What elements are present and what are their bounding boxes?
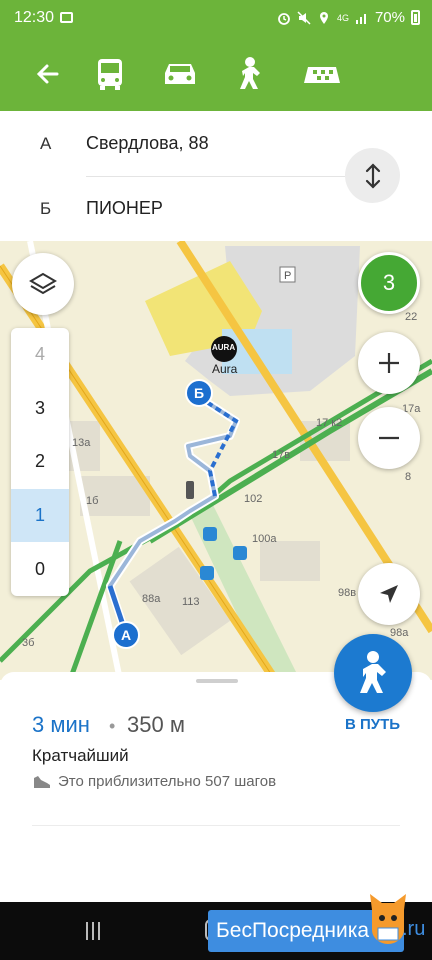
- floor-selector: 4 3 2 1 0: [11, 328, 69, 596]
- transit-stop-2: [233, 546, 247, 560]
- destination-marker-b[interactable]: Б: [185, 379, 213, 407]
- car-mode-button[interactable]: [160, 54, 200, 94]
- floor-item-3[interactable]: 3: [11, 382, 69, 436]
- mall-logo-text: AURA: [212, 343, 236, 352]
- floor-item-2[interactable]: 2: [11, 435, 69, 489]
- swap-arrows-icon: [365, 162, 380, 189]
- status-time: 12:30: [14, 9, 55, 26]
- bus-mode-button[interactable]: [90, 54, 130, 94]
- recents-button[interactable]: [86, 922, 106, 940]
- origin-marker-a[interactable]: А: [112, 621, 140, 649]
- back-arrow-icon: [36, 64, 59, 84]
- floor-item-0[interactable]: 0: [11, 542, 69, 596]
- pedestrian-mode-button[interactable]: [230, 54, 270, 94]
- transit-stop-1: [203, 527, 217, 541]
- map-label: 98а: [390, 627, 409, 639]
- floors-count-button[interactable]: 3: [358, 252, 420, 314]
- map-label: 98в: [338, 587, 357, 599]
- back-button[interactable]: [28, 54, 68, 94]
- map-label: 17в: [272, 449, 291, 461]
- map-label: 100а: [252, 533, 277, 545]
- route-panel: А Свердлова, 88 Б ПИОНЕР: [0, 111, 432, 241]
- map-label: 22: [405, 311, 418, 323]
- route-distance: 350 м: [127, 712, 185, 737]
- steps-info: Это приблизительно 507 шагов: [32, 773, 276, 790]
- marker-a-letter: А: [120, 627, 132, 643]
- map-label: 3б: [22, 637, 35, 649]
- pedestrian-icon: [240, 57, 260, 89]
- mute-icon: [297, 10, 311, 25]
- my-location-button[interactable]: [358, 563, 420, 625]
- taxi-mode-button[interactable]: [302, 54, 342, 94]
- swap-route-button[interactable]: [345, 148, 400, 203]
- layers-button[interactable]: [12, 253, 74, 315]
- zoom-out-button[interactable]: [358, 407, 420, 469]
- map-label: 88а: [142, 593, 161, 605]
- alarm-icon: [278, 12, 290, 25]
- floors-count-value: 3: [382, 270, 396, 295]
- steps-text: Это приблизительно 507 шагов: [58, 773, 277, 790]
- network-type: 4G: [336, 12, 349, 23]
- from-letter: А: [40, 134, 52, 153]
- watermark-text: БесПосредника: [216, 919, 370, 942]
- battery-percent: 70%: [374, 9, 405, 26]
- floor-item-4[interactable]: 4: [11, 328, 69, 382]
- status-bar: 12:30 4G 70%: [0, 0, 432, 36]
- from-field[interactable]: Свердлова, 88: [86, 133, 209, 154]
- status-icons: 4G 70%: [277, 9, 420, 26]
- map-label: 1б: [86, 495, 99, 507]
- marker-b-letter: Б: [193, 385, 205, 401]
- navigation-arrow-icon: [380, 585, 398, 603]
- mall-name-label: Aura: [212, 362, 238, 376]
- route-duration: 3 мин: [32, 712, 90, 737]
- taxi-icon: [304, 67, 340, 83]
- sheet-divider: [32, 825, 400, 826]
- transport-toolbar: [0, 36, 432, 111]
- traffic-light: [186, 481, 194, 499]
- map-label: 102: [244, 493, 263, 505]
- sheet-drag-handle[interactable]: [196, 679, 238, 683]
- map-view[interactable]: P AURA Aura Б А 22 17 к2 17в 102 100а 13…: [0, 241, 432, 680]
- floor-item-1[interactable]: 1: [11, 488, 69, 543]
- zoom-in-button[interactable]: [358, 332, 420, 394]
- svg-text:P: P: [284, 270, 291, 282]
- summary-separator: •: [109, 716, 116, 736]
- sneaker-icon: [34, 775, 50, 788]
- go-button[interactable]: [334, 634, 412, 712]
- signal-icon: [355, 13, 366, 24]
- map-label: 17 к2: [316, 417, 343, 429]
- map-label: 8: [405, 471, 412, 483]
- transit-stop-3: [200, 566, 214, 580]
- to-field[interactable]: ПИОНЕР: [86, 198, 163, 219]
- battery-icon: [411, 10, 420, 25]
- bus-icon: [98, 59, 122, 90]
- location-icon: [319, 11, 328, 24]
- car-icon: [165, 64, 195, 84]
- layers-icon: [29, 272, 57, 295]
- map-label: 113: [182, 596, 200, 608]
- pedestrian-icon: [360, 651, 386, 693]
- route-type: Кратчайший: [32, 746, 129, 765]
- minus-icon: [379, 436, 399, 440]
- go-button-label[interactable]: В ПУТЬ: [345, 716, 400, 733]
- map-label: 13а: [72, 437, 91, 449]
- watermark-mascot-icon: [370, 894, 406, 944]
- gallery-notification-icon: [60, 12, 73, 23]
- to-letter: Б: [40, 199, 52, 218]
- plus-icon: [379, 353, 399, 373]
- block-c: [260, 541, 320, 581]
